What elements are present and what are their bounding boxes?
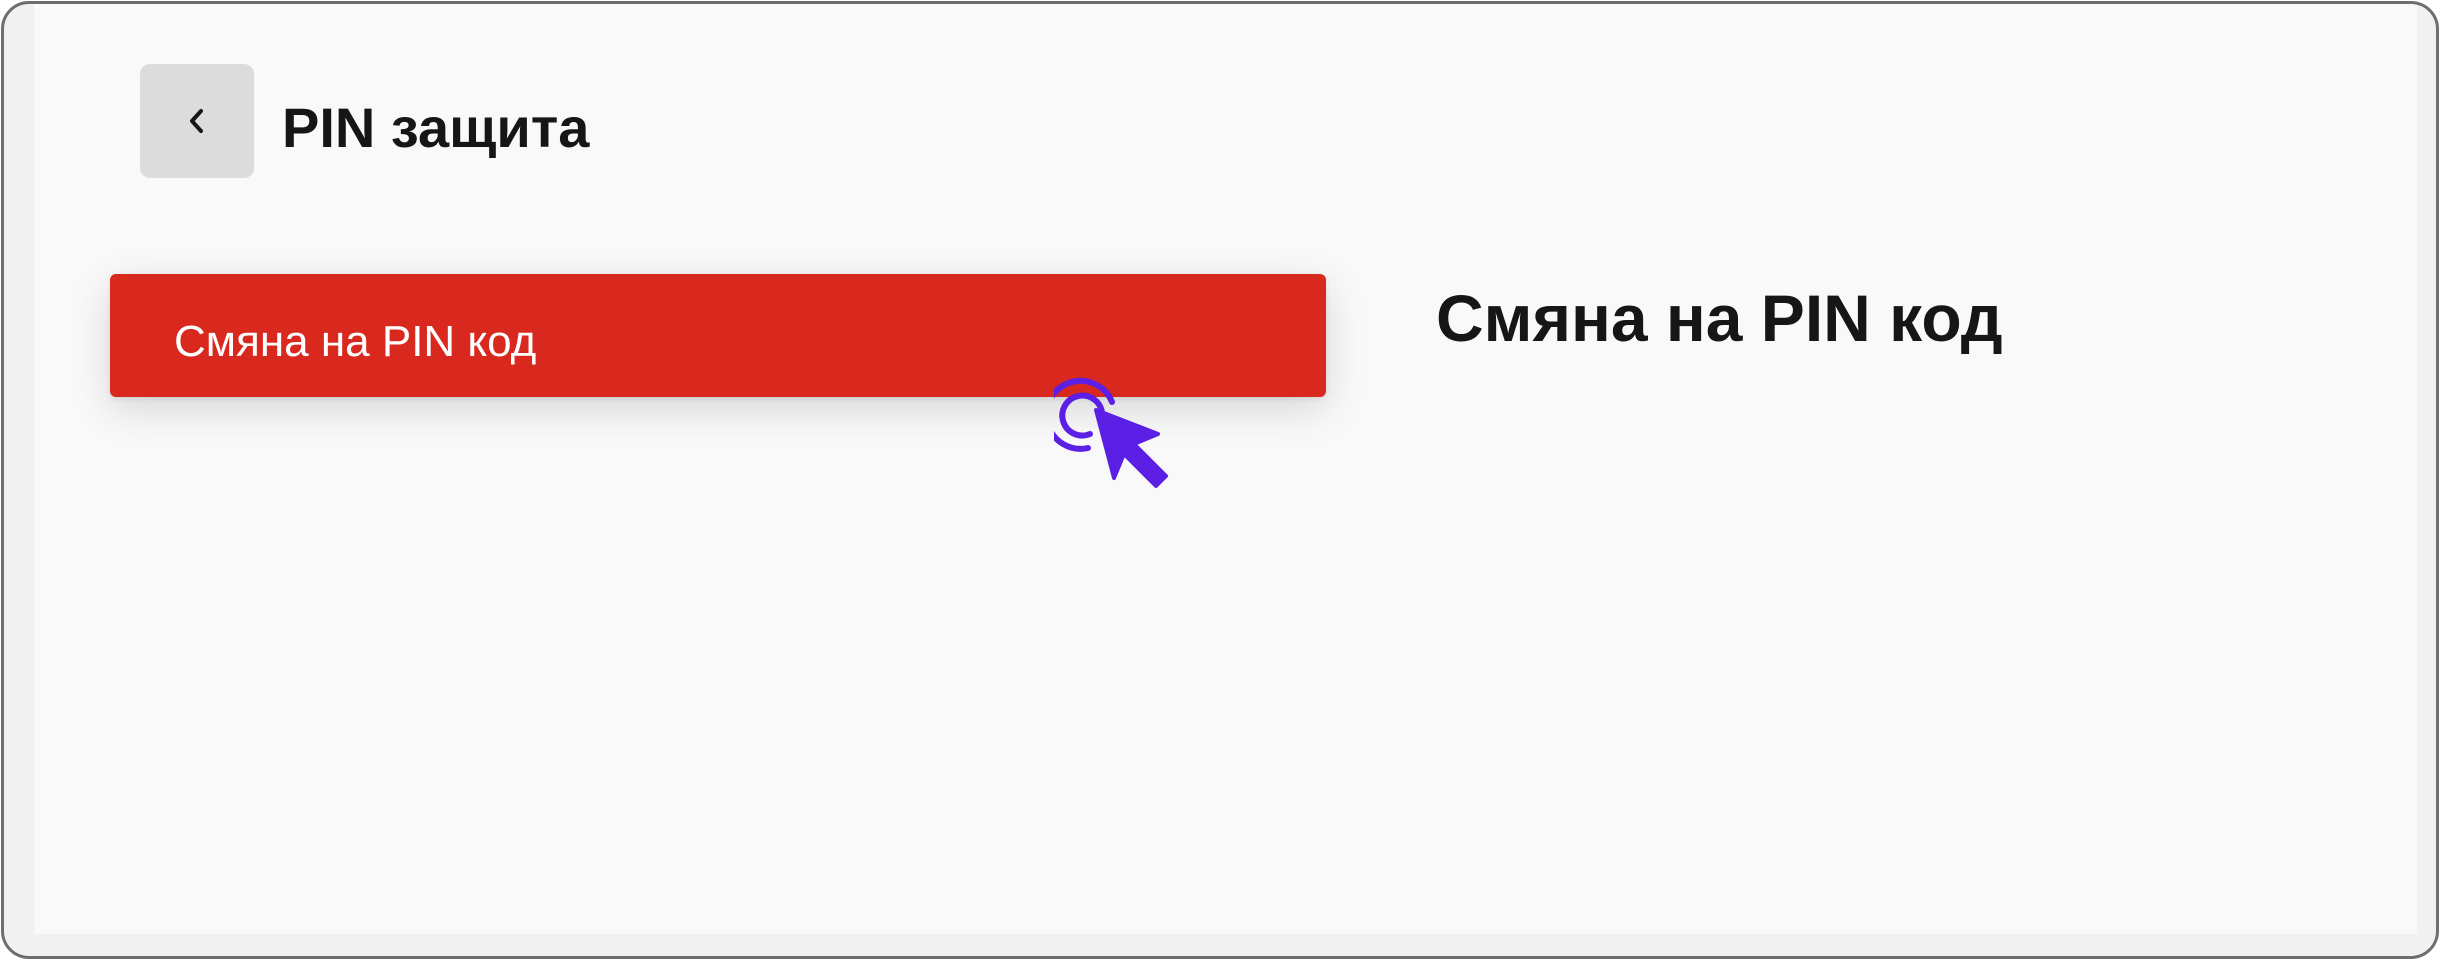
back-button[interactable] [140,64,254,178]
menu-item-label: Смяна на PIN код [174,317,537,366]
click-cursor-icon [1054,377,1168,488]
page-canvas: PIN защита Смяна на PIN код Смяна на PIN… [34,4,2417,934]
page-title: PIN защита [282,96,590,159]
chevron-left-icon [190,109,203,133]
section-title: Смяна на PIN код [1436,281,2003,355]
app-window: PIN защита Смяна на PIN код Смяна на PIN… [1,1,2439,959]
